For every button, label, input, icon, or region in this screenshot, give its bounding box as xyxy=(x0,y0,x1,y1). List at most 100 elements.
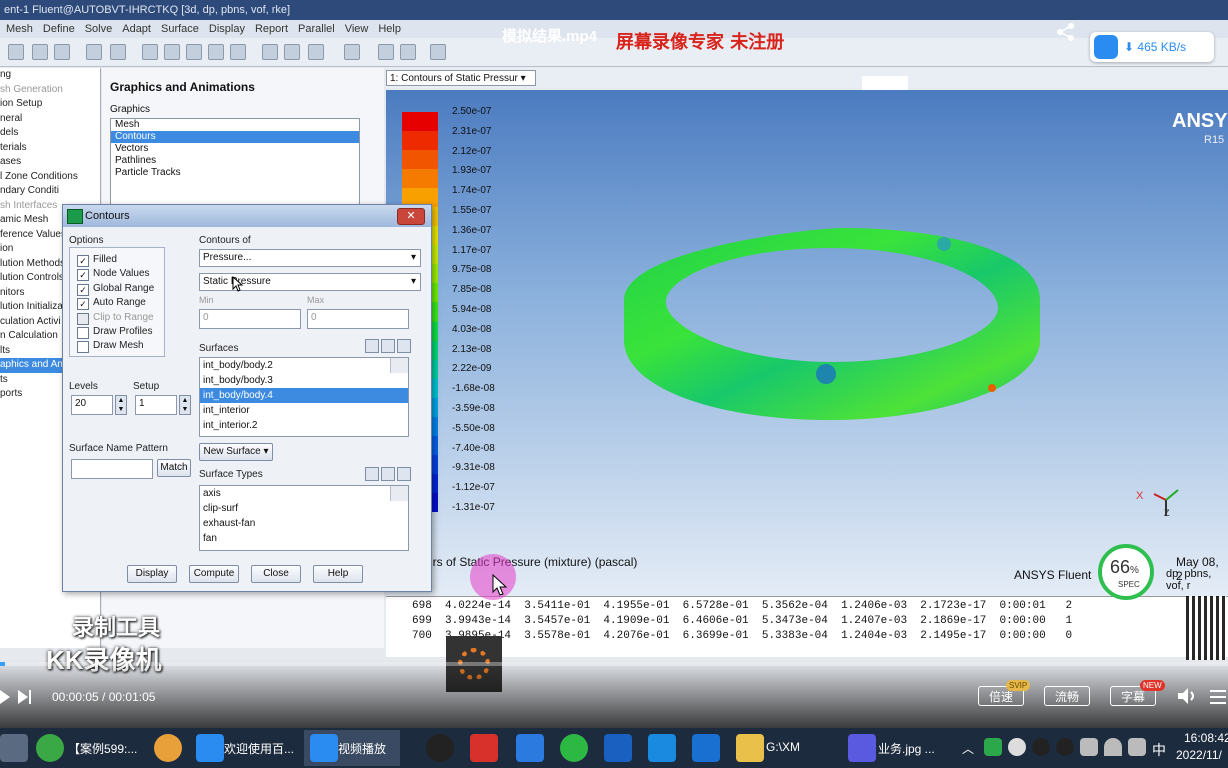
max-field[interactable]: 0 xyxy=(307,309,409,329)
surface-types-scrollbar[interactable] xyxy=(390,486,408,501)
close-window-button[interactable]: ✕ xyxy=(397,208,425,225)
match-button[interactable]: Match xyxy=(157,459,191,477)
tree-item[interactable]: sh Generation xyxy=(0,83,100,98)
toolbar-button-icon[interactable] xyxy=(32,44,48,60)
surface-types-list[interactable]: axis clip-surf exhaust-fan fan xyxy=(199,485,409,551)
ticket-icon[interactable] xyxy=(604,734,632,762)
tree-item[interactable]: ases xyxy=(0,155,100,170)
levels-stepper[interactable]: ▲ ▼ xyxy=(115,395,127,415)
option-checkbox[interactable]: ✓ xyxy=(77,298,89,311)
option-checkbox[interactable]: ✓ xyxy=(77,269,89,282)
min-field[interactable]: 0 xyxy=(199,309,301,329)
taskbar-item-label[interactable]: 【案例599:... xyxy=(68,740,137,757)
folder-icon[interactable] xyxy=(736,734,764,762)
new-surface-button[interactable]: New Surface ▾ xyxy=(199,443,273,461)
graphics-list-item[interactable]: Pathlines xyxy=(111,155,359,167)
qq-icon[interactable] xyxy=(426,734,454,762)
surfaces-list[interactable]: int_body/body.2 int_body/body.3 int_body/b… xyxy=(199,357,409,437)
battery-icon[interactable] xyxy=(1080,738,1098,756)
volume-icon[interactable] xyxy=(1176,686,1198,706)
toolbar-button-icon[interactable] xyxy=(284,44,300,60)
surfaces-scrollbar[interactable] xyxy=(390,358,408,373)
close-button[interactable]: Close xyxy=(251,565,301,583)
surface-type-item[interactable]: fan xyxy=(200,531,408,546)
menu-item-surface[interactable]: Surface xyxy=(161,20,199,38)
tree-item[interactable]: ndary Conditi xyxy=(0,184,100,199)
ime-indicator[interactable]: 中 xyxy=(1152,740,1166,760)
menu-item-view[interactable]: View xyxy=(345,20,369,38)
taskbar-item-label[interactable]: G:\XM xyxy=(766,740,800,754)
menu-item-display[interactable]: Display xyxy=(209,20,245,38)
tree-item[interactable]: l Zone Conditions xyxy=(0,170,100,185)
list-options-icon[interactable] xyxy=(397,339,411,353)
app-face-icon[interactable] xyxy=(154,734,182,762)
toolbar-button-icon[interactable] xyxy=(186,44,202,60)
surface-item[interactable]: int_body/body.4 xyxy=(200,388,408,403)
setup-field[interactable]: 1 xyxy=(135,395,177,415)
option-checkbox[interactable] xyxy=(77,312,89,325)
clock-time[interactable]: 16:08:42 xyxy=(1184,731,1228,745)
taskbar-item-label[interactable]: 业务.jpg ... xyxy=(878,740,935,757)
toolbar-button-icon[interactable] xyxy=(86,44,102,60)
tree-item[interactable]: ion Setup xyxy=(0,97,100,112)
toolbar-button-icon[interactable] xyxy=(378,44,394,60)
quality-button[interactable]: 流畅 xyxy=(1044,686,1090,706)
toolbar-button-icon[interactable] xyxy=(344,44,360,60)
speaker-icon[interactable] xyxy=(1128,738,1146,756)
menu-item-report[interactable]: Report xyxy=(255,20,288,38)
wifi-icon[interactable] xyxy=(1104,738,1122,756)
toolbar-button-icon[interactable] xyxy=(430,44,446,60)
display-button[interactable]: Display xyxy=(127,565,177,583)
qq-tray-icon[interactable] xyxy=(1056,738,1074,756)
progress-bar[interactable] xyxy=(0,662,1228,666)
select-all-icon[interactable] xyxy=(365,339,379,353)
option-checkbox[interactable]: ✓ xyxy=(77,283,89,296)
menu-item-adapt[interactable]: Adapt xyxy=(122,20,151,38)
qq-tray-icon[interactable] xyxy=(1032,738,1050,756)
compute-button[interactable]: Compute xyxy=(189,565,239,583)
video-player-icon[interactable] xyxy=(310,734,338,762)
microphone-icon[interactable] xyxy=(1008,738,1026,756)
tray-expand-icon[interactable]: ︿ xyxy=(962,740,974,757)
deselect-all-icon[interactable] xyxy=(381,339,395,353)
app-blue-icon[interactable] xyxy=(648,734,676,762)
levels-field[interactable]: 20 xyxy=(71,395,113,415)
taskbar-item-label[interactable]: 欢迎使用百... xyxy=(224,740,294,757)
toolbar-button-icon[interactable] xyxy=(110,44,126,60)
video-frame[interactable]: ent-1 Fluent@AUTOBVT-IHRCTKQ [3d, dp, pb… xyxy=(0,0,1228,728)
toolbar-button-icon[interactable] xyxy=(164,44,180,60)
news-icon[interactable] xyxy=(470,734,498,762)
select-all-types-icon[interactable] xyxy=(365,467,379,481)
graphics-list-item[interactable]: Contours xyxy=(111,131,359,143)
tray-app-icon[interactable] xyxy=(984,738,1002,756)
image-viewer-icon[interactable] xyxy=(848,734,876,762)
tree-item[interactable]: dels xyxy=(0,126,100,141)
deselect-all-types-icon[interactable] xyxy=(381,467,395,481)
help-button[interactable]: Help xyxy=(313,565,363,583)
toolbar-button-icon[interactable] xyxy=(262,44,278,60)
start-icon[interactable] xyxy=(0,734,28,762)
toolbar-button-icon[interactable] xyxy=(208,44,224,60)
option-checkbox[interactable] xyxy=(77,341,89,354)
share-icon[interactable] xyxy=(1056,22,1076,42)
surface-name-pattern-field[interactable] xyxy=(71,459,153,479)
surface-item[interactable]: int_interior xyxy=(200,403,408,418)
types-options-icon[interactable] xyxy=(397,467,411,481)
graphics-list-item[interactable]: Vectors xyxy=(111,143,359,155)
surface-item[interactable]: int_body/body.3 xyxy=(200,373,408,388)
browser-icon[interactable] xyxy=(36,734,64,762)
surface-type-item[interactable]: clip-surf xyxy=(200,501,408,516)
graphics-list-item[interactable]: Mesh xyxy=(111,119,359,131)
surface-type-item[interactable]: axis xyxy=(200,486,408,501)
tree-item[interactable]: terials xyxy=(0,141,100,156)
playlist-icon[interactable] xyxy=(1208,688,1228,706)
toolbar-button-icon[interactable] xyxy=(142,44,158,60)
tree-item[interactable]: ng xyxy=(0,68,100,83)
menu-item-mesh[interactable]: Mesh xyxy=(6,20,33,38)
menu-item-help[interactable]: Help xyxy=(378,20,401,38)
toolbar-button-icon[interactable] xyxy=(230,44,246,60)
menu-item-parallel[interactable]: Parallel xyxy=(298,20,335,38)
play-next-icon[interactable] xyxy=(0,688,34,706)
surface-type-item[interactable]: exhaust-fan xyxy=(200,516,408,531)
toolbar-button-icon[interactable] xyxy=(400,44,416,60)
